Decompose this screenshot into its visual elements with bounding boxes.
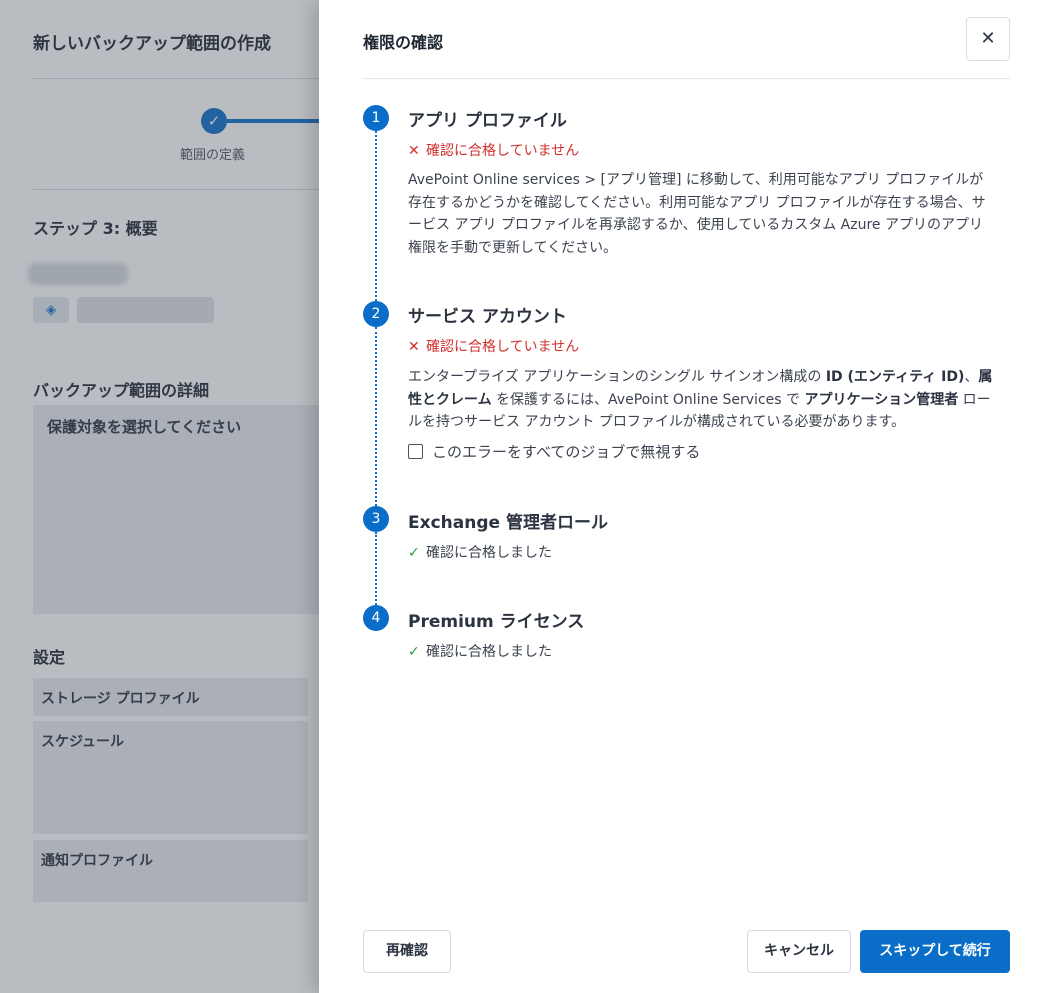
section-title-app-profile: アプリ プロファイル [408, 111, 567, 131]
drawer-header-divider [363, 78, 1010, 79]
timeline-connector [375, 327, 377, 506]
section-description: AvePoint Online services > [アプリ管理] に移動して… [408, 172, 986, 256]
status-text: 確認に合格していません [426, 143, 580, 159]
step-number-badge: 4 [363, 605, 389, 631]
status-pass: ✓ 確認に合格しました [408, 641, 552, 661]
fail-x-icon: ✕ [408, 143, 420, 159]
skip-and-continue-button[interactable]: スキップして続行 [860, 930, 1010, 973]
status-text: 確認に合格していません [426, 339, 580, 355]
pass-check-icon: ✓ [408, 545, 420, 561]
section-description: エンタープライズ アプリケーションのシングル サインオン構成の ID (エンティ… [408, 369, 993, 430]
step-number-badge: 1 [363, 105, 389, 131]
timeline-connector [375, 532, 377, 605]
status-text: 確認に合格しました [426, 545, 552, 561]
status-pass: ✓ 確認に合格しました [408, 542, 552, 562]
cancel-button[interactable]: キャンセル [747, 930, 851, 973]
fail-x-icon: ✕ [408, 339, 420, 355]
drawer-title: 権限の確認 [363, 33, 444, 52]
ignore-error-option[interactable]: このエラーをすべてのジョブで無視する [408, 441, 700, 462]
status-text: 確認に合格しました [426, 644, 552, 660]
timeline-connector [375, 131, 377, 301]
section-title-exchange-admin-role: Exchange 管理者ロール [408, 513, 608, 533]
permission-check-drawer: 権限の確認 ✕ 1 アプリ プロファイル ✕ 確認に合格していません AvePoi… [319, 0, 1057, 993]
ignore-error-label[interactable]: このエラーをすべてのジョブで無視する [432, 441, 700, 462]
close-icon: ✕ [980, 28, 996, 49]
step-number-badge: 2 [363, 301, 389, 327]
section-title-service-account: サービス アカウント [408, 307, 567, 327]
recheck-button[interactable]: 再確認 [363, 930, 451, 973]
ignore-error-checkbox[interactable] [408, 444, 423, 459]
step-number-badge: 3 [363, 506, 389, 532]
status-fail: ✕ 確認に合格していません [408, 140, 579, 160]
status-fail: ✕ 確認に合格していません [408, 336, 579, 356]
section-title-premium-license: Premium ライセンス [408, 612, 585, 632]
close-button[interactable]: ✕ [966, 17, 1010, 61]
pass-check-icon: ✓ [408, 644, 420, 660]
